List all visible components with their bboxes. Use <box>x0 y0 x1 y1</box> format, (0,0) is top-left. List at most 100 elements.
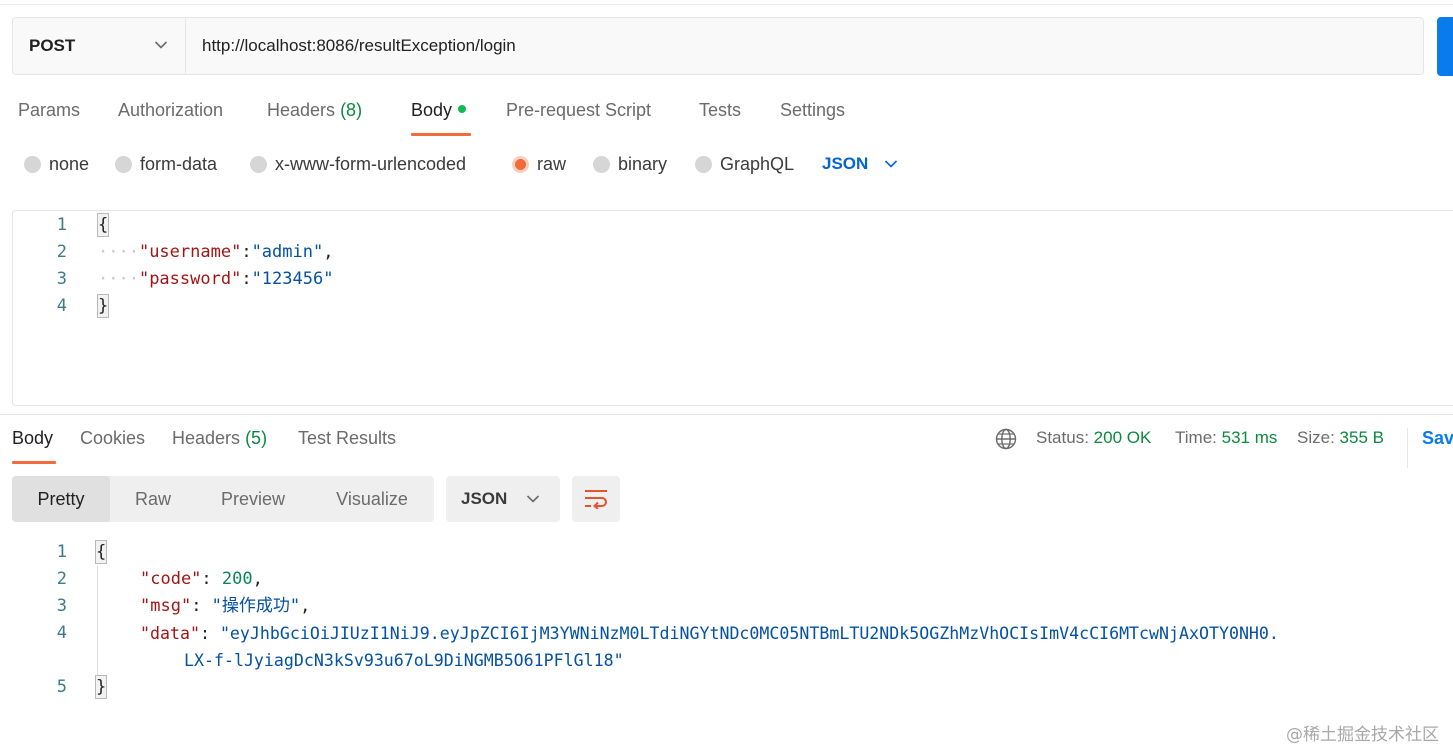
code-line: ····"username":"admin", <box>98 242 334 262</box>
json-string: "eyJhbGciOiJIUzI1NiJ9.eyJpZCI6IjM3YWNiNz… <box>219 624 1279 643</box>
wrap-lines-button[interactable] <box>572 476 620 522</box>
tab-settings[interactable]: Settings <box>780 100 845 121</box>
view-raw[interactable]: Raw <box>114 476 192 522</box>
response-tab-headers-label: Headers <box>172 428 241 448</box>
line-number: 2 <box>56 242 67 262</box>
open-brace: { <box>96 213 110 237</box>
json-key: "code" <box>140 569 202 589</box>
json-string: "123456" <box>251 269 334 289</box>
watermark: @稀土掘金技术社区 <box>1286 725 1439 745</box>
body-format-label: JSON <box>822 154 869 173</box>
active-tab-underline <box>411 133 471 136</box>
pane-divider[interactable] <box>0 414 1453 415</box>
code-line: } <box>94 674 108 701</box>
open-brace: { <box>94 540 108 564</box>
json-string: "admin" <box>251 242 324 262</box>
chevron-down-icon <box>154 41 168 49</box>
method-label: POST <box>29 36 76 55</box>
save-response-button[interactable]: Sav <box>1407 428 1453 468</box>
response-status: Status: 200 OK <box>1036 428 1151 448</box>
line-number: 4 <box>56 296 67 316</box>
radio-graphql[interactable]: GraphQL <box>695 154 794 175</box>
code-line: } <box>96 293 110 320</box>
view-mode-segmented: Pretty Raw Preview Visualize <box>12 476 434 522</box>
line-number: 1 <box>56 215 67 235</box>
line-number: 3 <box>56 269 67 289</box>
chevron-down-icon <box>885 160 898 168</box>
response-tab-body[interactable]: Body <box>12 428 53 449</box>
chevron-down-icon <box>526 495 540 503</box>
radio-raw[interactable]: raw <box>512 154 566 175</box>
json-string: LX-f-lJyiagDcN3kSv93u67oL9DiNGMB5O61PFlG… <box>184 651 624 670</box>
tab-params[interactable]: Params <box>18 100 80 121</box>
headers-count-badge: (8) <box>340 100 363 120</box>
indent-whitespace: ···· <box>98 242 139 262</box>
json-key: "data" <box>140 624 200 643</box>
url-input[interactable]: http://localhost:8086/resultException/lo… <box>202 18 516 74</box>
body-format-select[interactable]: JSON <box>822 154 898 174</box>
status-label: Status: <box>1036 428 1089 447</box>
line-number: 3 <box>56 596 67 616</box>
code-line: { <box>96 212 110 239</box>
method-select[interactable]: POST <box>13 18 186 74</box>
json-key: "username" <box>138 242 242 262</box>
line-number: 2 <box>56 569 67 589</box>
response-format-label: JSON <box>461 489 508 508</box>
radio-circle <box>115 156 132 173</box>
view-preview[interactable]: Preview <box>202 476 304 522</box>
radio-circle <box>250 156 267 173</box>
status-value: 200 OK <box>1093 428 1152 447</box>
line-number: 5 <box>56 677 67 697</box>
radio-raw-label: raw <box>537 154 567 174</box>
code-line: "code": 200, <box>140 569 263 589</box>
active-response-tab-underline <box>12 461 56 464</box>
tab-tests[interactable]: Tests <box>699 100 741 121</box>
json-number: 200 <box>221 569 253 589</box>
radio-none[interactable]: none <box>24 154 89 175</box>
radio-form-data[interactable]: form-data <box>115 154 217 175</box>
indent-guide <box>97 566 98 680</box>
response-format-select[interactable]: JSON <box>446 476 560 522</box>
radio-none-label: none <box>49 154 90 174</box>
tab-headers[interactable]: Headers (8) <box>267 100 362 121</box>
time-label: Time: <box>1175 428 1217 447</box>
globe-icon[interactable] <box>995 428 1017 450</box>
radio-circle-selected <box>512 156 529 173</box>
tab-body[interactable]: Body <box>411 100 467 121</box>
response-headers-count-badge: (5) <box>245 428 268 448</box>
radio-urlencoded-label: x-www-form-urlencoded <box>275 154 467 174</box>
view-visualize[interactable]: Visualize <box>318 476 426 522</box>
code-line: "msg": "操作成功", <box>140 596 311 616</box>
code-line: { <box>94 539 108 566</box>
body-modified-dot <box>458 105 467 113</box>
close-brace: } <box>96 294 110 318</box>
size-value: 355 B <box>1339 428 1384 447</box>
radio-circle <box>695 156 712 173</box>
radio-x-www-form-urlencoded[interactable]: x-www-form-urlencoded <box>250 154 466 175</box>
response-tab-cookies[interactable]: Cookies <box>80 428 145 449</box>
tab-body-label: Body <box>411 100 453 120</box>
view-pretty[interactable]: Pretty <box>12 476 110 522</box>
radio-graphql-label: GraphQL <box>720 154 795 174</box>
code-line: ····"password":"123456" <box>98 269 334 289</box>
radio-circle <box>24 156 41 173</box>
send-button[interactable] <box>1437 17 1453 76</box>
request-bar: POST http://localhost:8086/resultExcepti… <box>12 17 1424 75</box>
json-key: "password" <box>138 269 242 289</box>
time-value: 531 ms <box>1221 428 1278 447</box>
radio-binary[interactable]: binary <box>593 154 667 175</box>
json-string: "操作成功" <box>211 596 301 616</box>
line-number: 4 <box>56 623 67 643</box>
wrap-lines-icon <box>585 490 607 509</box>
radio-circle <box>593 156 610 173</box>
line-number: 1 <box>56 542 67 562</box>
tab-pre-request-script[interactable]: Pre-request Script <box>506 100 651 121</box>
response-size: Size: 355 B <box>1297 428 1384 448</box>
response-tab-headers[interactable]: Headers (5) <box>172 428 267 449</box>
radio-binary-label: binary <box>618 154 668 174</box>
radio-form-data-label: form-data <box>140 154 218 174</box>
code-line-wrapped: LX-f-lJyiagDcN3kSv93u67oL9DiNGMB5O61PFlG… <box>184 647 624 674</box>
tab-authorization[interactable]: Authorization <box>118 100 223 121</box>
response-tab-test-results[interactable]: Test Results <box>298 428 396 449</box>
size-label: Size: <box>1297 428 1335 447</box>
